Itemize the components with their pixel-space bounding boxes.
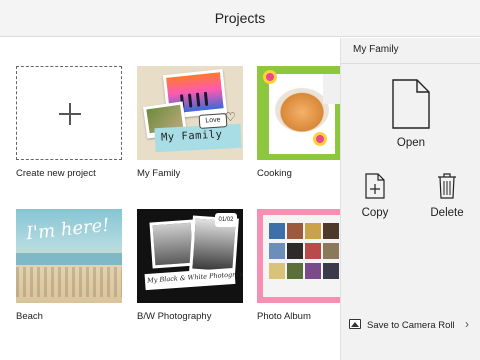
flower-decoration <box>313 132 327 146</box>
album-photo <box>323 243 339 259</box>
album-photo <box>287 263 303 279</box>
album-photo <box>305 263 321 279</box>
beach-crowd <box>16 267 122 297</box>
album-photo <box>305 223 321 239</box>
tile-label-bw: B/W Photography <box>137 311 212 322</box>
heart-icon: ♡ <box>225 110 236 124</box>
tile-label-my-family: My Family <box>137 168 181 179</box>
love-sticker: Love <box>198 113 228 129</box>
copy-button[interactable]: Copy <box>355 172 395 219</box>
panel-header: My Family <box>341 38 480 64</box>
panel-title: My Family <box>353 44 399 55</box>
tile-label-create: Create new project <box>16 168 96 179</box>
image-icon <box>349 319 361 329</box>
album-photo <box>269 223 285 239</box>
document-icon <box>392 79 430 129</box>
projects-grid: Create new project My Family Love ♡ My F… <box>0 38 340 360</box>
open-button[interactable]: Open <box>386 78 436 149</box>
copy-document-icon <box>365 173 385 199</box>
side-photo <box>323 74 340 104</box>
album-photo <box>287 243 303 259</box>
tile-label-photo-album: Photo Album <box>257 311 311 322</box>
chevron-right-icon: › <box>465 317 469 331</box>
tile-label-cooking: Cooking <box>257 168 292 179</box>
album-photo <box>305 243 321 259</box>
project-tile-bw-photography[interactable]: 01/02 My Black & White Photography <box>137 209 243 303</box>
project-tile-beach[interactable]: I'm here! <box>16 209 122 303</box>
delete-label: Delete <box>430 207 464 219</box>
page-title: Projects <box>214 10 266 26</box>
album-photo <box>269 243 285 259</box>
album-photo <box>323 263 339 279</box>
album-photo <box>287 223 303 239</box>
trash-icon <box>438 173 456 199</box>
project-tile-cooking[interactable] <box>257 66 340 160</box>
album-photo <box>269 263 285 279</box>
copy-label: Copy <box>361 207 389 219</box>
open-label: Open <box>396 137 426 149</box>
save-to-camera-roll-label: Save to Camera Roll <box>367 320 455 331</box>
project-tile-my-family[interactable]: My Family Love ♡ <box>137 66 243 160</box>
project-actions-panel: My Family Open Copy Delete Save to Camer… <box>340 38 480 360</box>
save-to-camera-roll-row[interactable]: Save to Camera Roll › <box>341 308 480 338</box>
tile-label-beach: Beach <box>16 311 43 322</box>
flower-decoration <box>263 70 277 84</box>
album-photo <box>323 223 339 239</box>
page-badge: 01/02 <box>215 213 237 227</box>
project-tile-photo-album[interactable] <box>257 209 340 303</box>
top-bar: Projects <box>0 0 480 37</box>
beach-overlay-text: I'm here! <box>25 214 111 245</box>
create-new-project-tile[interactable] <box>16 66 122 160</box>
plus-icon <box>17 67 121 159</box>
delete-button[interactable]: Delete <box>423 172 471 219</box>
sea <box>16 253 122 265</box>
pie-photo <box>275 88 329 132</box>
